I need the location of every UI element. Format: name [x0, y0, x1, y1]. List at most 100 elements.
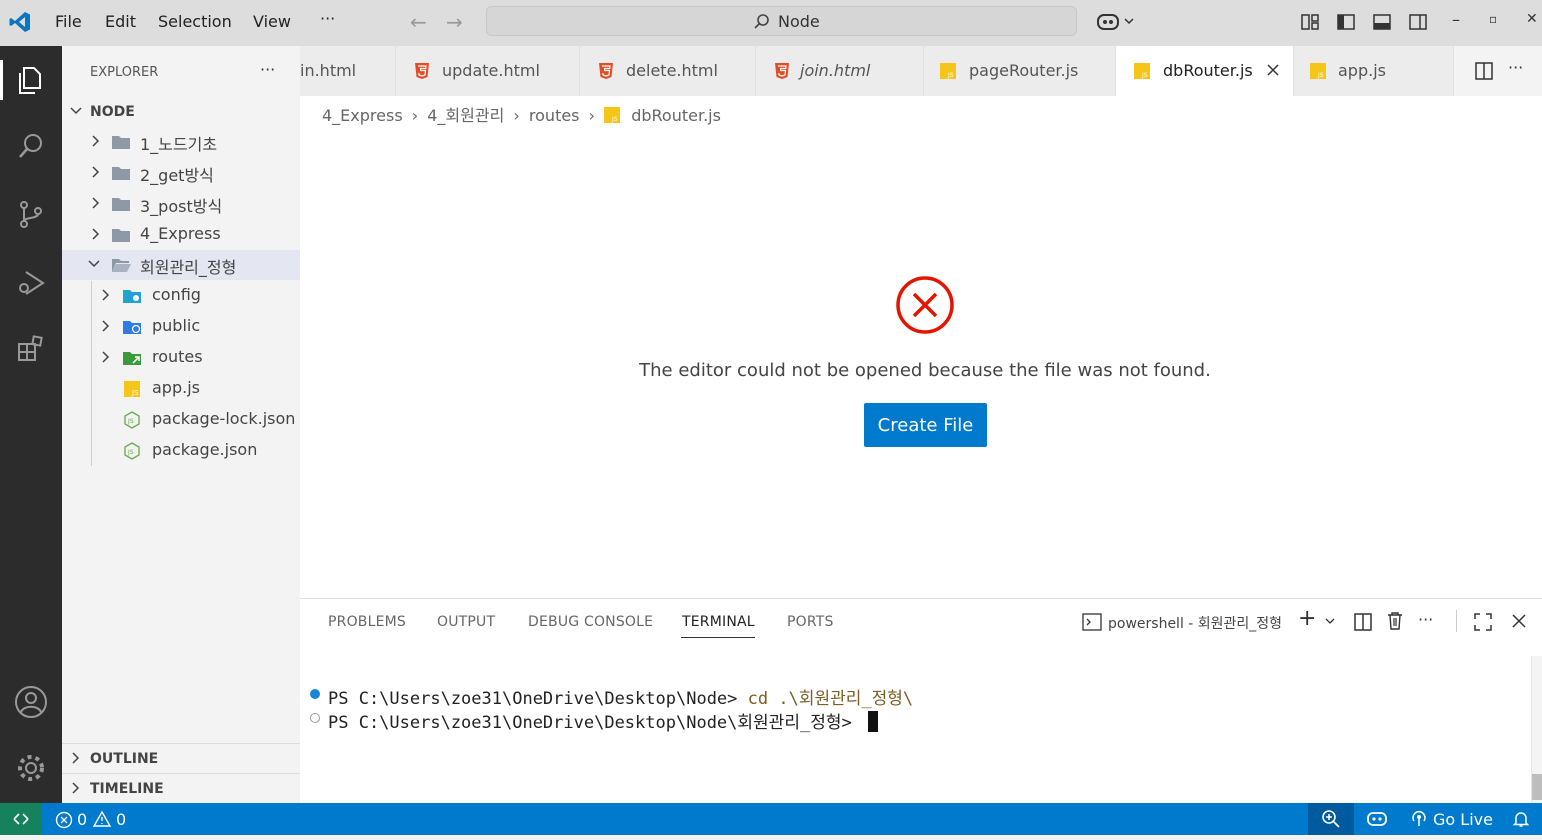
sidebar-more-button[interactable]: ···: [260, 60, 275, 79]
chevron-right-icon: [102, 351, 110, 363]
tab-terminal[interactable]: TERMINAL: [682, 614, 755, 630]
tab-delete-html[interactable]: delete.html: [580, 46, 756, 96]
panel-border: [300, 598, 1542, 599]
terminal-cursor[interactable]: [867, 711, 878, 732]
search-icon[interactable]: [11, 126, 51, 166]
toggle-primary-sidebar-icon[interactable]: [1336, 12, 1356, 32]
tree-folder-3[interactable]: 3_post방식: [62, 189, 300, 219]
tab-pagerouter-js[interactable]: JS pageRouter.js: [924, 46, 1116, 96]
close-icon[interactable]: [1266, 63, 1280, 77]
source-control-icon[interactable]: [11, 194, 51, 234]
maximize-panel-icon[interactable]: [1473, 612, 1493, 632]
go-live-button[interactable]: Go Live: [1433, 810, 1493, 829]
breadcrumb-item[interactable]: 4_회원관리: [427, 106, 504, 125]
create-file-button[interactable]: Create File: [864, 403, 987, 447]
breadcrumb: 4_Express › 4_회원관리 › routes › JS dbRoute…: [322, 102, 721, 126]
tree-label: public: [152, 316, 201, 335]
error-circle-icon: [896, 276, 954, 334]
menu-edit[interactable]: Edit: [105, 12, 136, 31]
back-arrow-icon[interactable]: ←: [410, 10, 427, 34]
explorer-icon[interactable]: [11, 60, 51, 100]
panel-more-button[interactable]: ···: [1418, 610, 1433, 629]
tree-file-appjs[interactable]: JS app.js: [62, 374, 300, 404]
tree-root-node[interactable]: NODE: [62, 97, 300, 127]
copilot-icon[interactable]: [1096, 11, 1138, 33]
breadcrumb-item[interactable]: dbRouter.js: [631, 106, 721, 125]
timeline-section[interactable]: TIMELINE: [62, 774, 300, 804]
title-bar: File Edit Selection View ··· ← → Node – …: [0, 0, 1542, 46]
copilot-status-icon[interactable]: [1366, 810, 1388, 828]
remote-indicator[interactable]: [0, 803, 42, 835]
error-count[interactable]: 0: [77, 810, 87, 829]
tree-file-package-lock[interactable]: JS package-lock.json: [62, 405, 300, 435]
outline-section[interactable]: OUTLINE: [62, 744, 300, 774]
menu-selection[interactable]: Selection: [158, 12, 232, 31]
chevron-down-icon: [88, 260, 100, 268]
toggle-secondary-sidebar-icon[interactable]: [1408, 12, 1428, 32]
split-editor-icon[interactable]: [1474, 61, 1494, 81]
broadcast-icon[interactable]: [1410, 810, 1428, 828]
command-pending-dot[interactable]: [310, 713, 320, 723]
terminal-line-1: PS C:\Users\zoe31\OneDrive\Desktop\Node>…: [328, 684, 913, 709]
tab-update-html[interactable]: update.html: [396, 46, 580, 96]
chevron-down-icon[interactable]: [1323, 616, 1337, 628]
tab-app-js[interactable]: JS app.js: [1294, 46, 1454, 96]
close-panel-icon[interactable]: [1510, 612, 1528, 630]
outline-label: OUTLINE: [90, 751, 159, 767]
zoom-indicator[interactable]: [1308, 803, 1354, 835]
close-window-button[interactable]: ✕: [1526, 11, 1538, 27]
chevron-right-icon: ›: [588, 106, 596, 125]
vscode-logo-icon[interactable]: [8, 10, 32, 34]
menu-view[interactable]: View: [253, 12, 291, 31]
chevron-right-icon: [72, 782, 80, 794]
html-file-icon: [599, 63, 613, 79]
svg-text:JS: JS: [131, 389, 139, 397]
command-success-dot[interactable]: [310, 689, 320, 699]
svg-text:JS: JS: [127, 418, 134, 425]
terminal-shell-label[interactable]: powershell - 회원관리_정형: [1108, 613, 1282, 633]
warning-icon[interactable]: [93, 810, 111, 828]
split-terminal-icon[interactable]: [1353, 612, 1373, 632]
editor-more-button[interactable]: ···: [1508, 58, 1523, 77]
toggle-panel-icon[interactable]: [1372, 12, 1392, 32]
tree-folder-routes[interactable]: routes: [62, 343, 300, 373]
maximize-button[interactable]: ▫: [1489, 12, 1497, 26]
breadcrumb-item[interactable]: routes: [529, 106, 580, 125]
error-icon[interactable]: [55, 811, 73, 829]
bell-icon[interactable]: [1512, 810, 1530, 828]
settings-gear-icon[interactable]: [11, 748, 51, 788]
tree-folder-4[interactable]: 4_Express: [62, 220, 300, 250]
terminal-scrollbar[interactable]: [1531, 656, 1542, 803]
tab-login-html[interactable]: in.html: [300, 46, 396, 96]
tab-debug-console[interactable]: DEBUG CONSOLE: [528, 614, 653, 630]
breadcrumb-item[interactable]: 4_Express: [322, 106, 403, 125]
customize-layout-icon[interactable]: [1300, 12, 1320, 32]
tree-folder-config[interactable]: config: [62, 281, 300, 311]
trash-icon[interactable]: [1386, 611, 1404, 631]
tab-label: dbRouter.js: [1163, 61, 1253, 80]
divider: [1456, 610, 1457, 632]
command-center-search[interactable]: Node: [486, 6, 1077, 36]
tree-folder-selected[interactable]: 회원관리_정형: [62, 250, 300, 280]
menu-file[interactable]: File: [55, 12, 82, 31]
menu-more-button[interactable]: ···: [320, 9, 335, 28]
chevron-right-icon: [102, 320, 110, 332]
tab-problems[interactable]: PROBLEMS: [328, 614, 406, 630]
minimize-button[interactable]: –: [1452, 10, 1460, 29]
tree-file-package[interactable]: JS package.json: [62, 436, 300, 466]
js-file-icon: JS: [940, 63, 956, 79]
tree-folder-public[interactable]: public: [62, 312, 300, 342]
tab-ports[interactable]: PORTS: [787, 614, 834, 630]
new-terminal-plus-icon[interactable]: +: [1298, 606, 1316, 631]
editor-tabs: in.html update.html delete.html join.htm…: [300, 46, 1542, 96]
warning-count[interactable]: 0: [116, 810, 126, 829]
tab-join-html[interactable]: join.html: [756, 46, 924, 96]
accounts-icon[interactable]: [11, 682, 51, 722]
tab-output[interactable]: OUTPUT: [437, 614, 495, 630]
extensions-icon[interactable]: [11, 329, 51, 369]
forward-arrow-icon[interactable]: →: [446, 10, 463, 34]
run-debug-icon[interactable]: [11, 262, 51, 302]
tree-folder-1[interactable]: 1_노드기초: [62, 127, 300, 157]
tab-dbrouter-js[interactable]: JS dbRouter.js: [1116, 46, 1294, 96]
tree-folder-2[interactable]: 2_get방식: [62, 158, 300, 188]
